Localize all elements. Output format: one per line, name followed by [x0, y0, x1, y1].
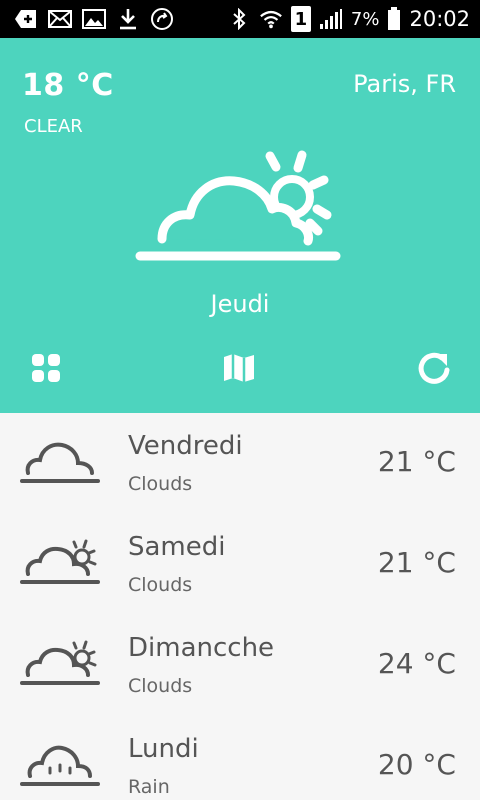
battery-icon: [387, 7, 401, 31]
forecast-row[interactable]: Dimancche Clouds 24 °C: [0, 615, 480, 716]
cloud-sun-icon: [18, 536, 102, 590]
sim-label: 1: [294, 8, 308, 30]
refresh-button[interactable]: [416, 350, 452, 386]
image-icon: [82, 7, 106, 31]
forecast-row[interactable]: Lundi Rain 20 °C: [0, 716, 480, 800]
wifi-icon: [259, 7, 283, 31]
forecast-temperature: 24 °C: [377, 647, 456, 680]
map-icon: [224, 354, 254, 382]
forecast-row[interactable]: Samedi Clouds 21 °C: [0, 514, 480, 615]
current-temperature: 18 °C: [22, 68, 114, 103]
forecast-description: Clouds: [128, 473, 193, 495]
mail-icon: [48, 7, 72, 31]
forecast-day: Lundi: [128, 734, 199, 764]
bluetooth-icon: [227, 7, 251, 31]
status-bar: 1 7% 20:02: [0, 0, 480, 38]
refresh-icon: [418, 352, 450, 384]
grid-button[interactable]: [28, 350, 64, 386]
clock: 20:02: [409, 7, 470, 31]
add-notification-icon: [14, 7, 38, 31]
battery-percent: 7%: [350, 8, 380, 30]
sim-icon: 1: [290, 6, 311, 32]
forecast-day: Samedi: [128, 532, 226, 562]
grid-icon: [32, 354, 60, 382]
map-button[interactable]: [221, 350, 257, 386]
forecast-description: Clouds: [128, 574, 193, 596]
forecast-day: Dimancche: [128, 633, 275, 663]
cloud-sun-icon: [130, 143, 350, 268]
download-icon: [116, 7, 140, 31]
location-label[interactable]: Paris, FR: [353, 70, 456, 98]
forecast-description: Rain: [128, 776, 170, 798]
status-bar-system: 1 7% 20:02: [227, 6, 470, 32]
current-day: Jeudi: [210, 290, 270, 318]
signal-icon: [319, 7, 343, 31]
cloud-icon: [18, 435, 102, 489]
forecast-description: Clouds: [128, 675, 193, 697]
rain-cloud-icon: [18, 738, 102, 792]
cloud-sun-icon: [18, 637, 102, 691]
current-weather-panel: 18 °C CLEAR Paris, FR Jeudi: [0, 38, 480, 413]
forecast-list: Vendredi Clouds 21 °C Samedi Clouds 21 °…: [0, 413, 480, 800]
forecast-temperature: 21 °C: [377, 445, 456, 478]
forecast-temperature: 20 °C: [377, 748, 456, 781]
current-condition: CLEAR: [24, 116, 83, 137]
sync-icon: [150, 7, 174, 31]
forecast-day: Vendredi: [128, 431, 243, 461]
forecast-row[interactable]: Vendredi Clouds 21 °C: [0, 413, 480, 514]
status-bar-notifications: [14, 6, 174, 32]
forecast-temperature: 21 °C: [377, 546, 456, 579]
